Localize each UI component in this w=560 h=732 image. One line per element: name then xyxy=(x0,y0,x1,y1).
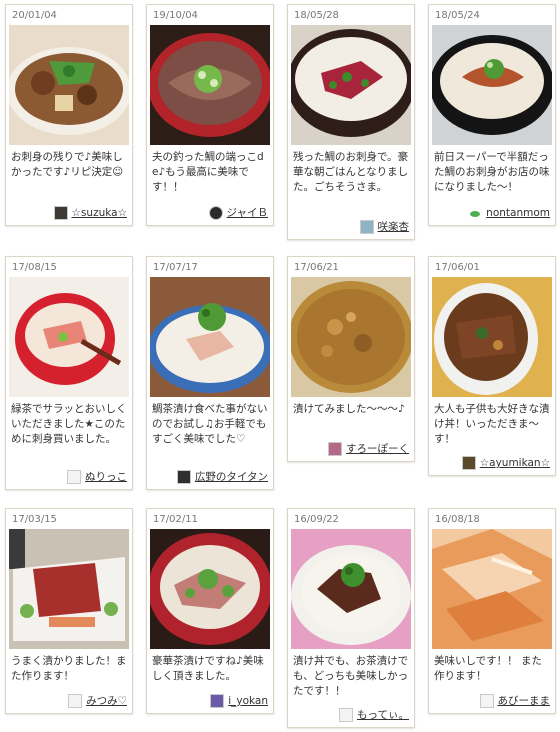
recipe-report-card[interactable]: 16/08/18 美味いしです！！ また作ります！ あびーまま xyxy=(428,508,556,714)
dish-photo[interactable] xyxy=(291,277,411,397)
avatar xyxy=(176,469,191,484)
avatar xyxy=(328,441,342,456)
recipe-report-card[interactable]: 17/07/17 鯛茶漬け食べた事がないのでお試し♫お手軽でもすごく美味でした♡… xyxy=(146,256,274,490)
post-comment: 緑茶でサラッとおいしくいただきました★このために刺身買いました。 xyxy=(11,403,127,445)
post-date: 19/10/04 xyxy=(153,10,198,21)
avatar xyxy=(68,693,83,708)
post-date: 17/07/17 xyxy=(153,262,198,273)
recipe-report-card[interactable]: 20/01/04 お刺身の残りで♪美味しかったです♪リピ決定☺ ☆suzuka☆ xyxy=(5,4,133,226)
post-date: 18/05/24 xyxy=(435,10,480,21)
dish-photo[interactable] xyxy=(291,529,411,649)
avatar xyxy=(210,694,225,708)
post-date: 16/09/22 xyxy=(294,514,339,525)
author-name[interactable]: nontanmom xyxy=(486,207,550,219)
recipe-report-card[interactable]: 17/02/11 豪華茶漬けですね♪美味しく頂きました。 i_yokan xyxy=(146,508,274,714)
post-date: 18/05/28 xyxy=(294,10,339,21)
recipe-report-card[interactable]: 18/05/28 残った鯛のお刺身で。豪華な朝ごはんとなりました。ごちそうさま。… xyxy=(287,4,415,240)
avatar xyxy=(359,219,374,234)
recipe-report-card[interactable]: 16/09/22 漬け丼でも、お茶漬けでも、どっちも美味しかったです！！ もって… xyxy=(287,508,415,728)
post-date: 17/06/21 xyxy=(294,262,339,273)
author-link[interactable]: みつみ♡ xyxy=(68,693,127,708)
dish-photo[interactable] xyxy=(150,277,270,397)
post-comment: 夫の釣った鯛の端っこde♪もう最高に美味です！！ xyxy=(152,151,264,193)
avatar xyxy=(208,205,223,220)
author-link[interactable]: ☆ayumikan☆ xyxy=(461,456,550,470)
author-name[interactable]: ぬりっこ xyxy=(85,469,127,484)
post-date: 17/08/15 xyxy=(12,262,57,273)
author-name[interactable]: ジャイＢ xyxy=(227,205,268,220)
author-link[interactable]: 広野のタイタン xyxy=(176,469,268,484)
author-link[interactable]: ぬりっこ xyxy=(67,469,127,484)
author-name[interactable]: ☆ayumikan☆ xyxy=(480,457,550,469)
recipe-report-card[interactable]: 17/06/21 漬けてみました～～～♪ すろーぽーく xyxy=(287,256,415,462)
recipe-report-card[interactable]: 18/05/24 前日スーパーで半額だった鯛のお刺身がお店の味になりました～！ … xyxy=(428,4,556,226)
author-name[interactable]: もってぃ。 xyxy=(357,707,409,722)
post-comment: 漬け丼でも、お茶漬けでも、どっちも美味しかったです！！ xyxy=(293,655,409,697)
avatar xyxy=(53,206,68,220)
author-link[interactable]: nontanmom xyxy=(468,206,550,220)
avatar xyxy=(461,456,476,470)
post-date: 20/01/04 xyxy=(12,10,57,21)
dish-photo[interactable] xyxy=(9,277,129,397)
dish-photo[interactable] xyxy=(432,529,552,649)
author-name[interactable]: 咲楽杏 xyxy=(378,219,410,234)
recipe-report-card[interactable]: 17/06/01 大人も子供も大好きな漬け丼！いっただきま～す！ ☆ayumik… xyxy=(428,256,556,476)
post-comment: 美味いしです！！ また作ります！ xyxy=(434,655,543,682)
post-comment: 豪華茶漬けですね♪美味しく頂きました。 xyxy=(152,655,264,682)
author-link[interactable]: 咲楽杏 xyxy=(359,219,410,234)
author-link[interactable]: もってぃ。 xyxy=(339,707,409,722)
author-link[interactable]: ジャイＢ xyxy=(208,205,268,220)
dish-photo[interactable] xyxy=(432,277,552,397)
author-name[interactable]: あびーまま xyxy=(498,693,551,708)
recipe-report-card[interactable]: 19/10/04 夫の釣った鯛の端っこde♪もう最高に美味です！！ ジャイＢ xyxy=(146,4,274,226)
post-date: 16/08/18 xyxy=(435,514,480,525)
post-date: 17/06/01 xyxy=(435,262,480,273)
recipe-report-card[interactable]: 17/03/15 うまく漬かりました！また作ります！ みつみ♡ xyxy=(5,508,133,714)
author-link[interactable]: あびーまま xyxy=(479,693,551,708)
avatar xyxy=(339,707,354,722)
recipe-report-card[interactable]: 17/08/15 緑茶でサラッとおいしくいただきました★このために刺身買いました… xyxy=(5,256,133,490)
author-name[interactable]: みつみ♡ xyxy=(86,693,127,708)
post-comment: 鯛茶漬け食べた事がないのでお試し♫お手軽でもすごく美味でした♡ xyxy=(152,403,268,445)
author-link[interactable]: i_yokan xyxy=(210,694,268,708)
author-name[interactable]: すろーぽーく xyxy=(346,441,409,456)
dish-photo[interactable] xyxy=(432,25,552,145)
dish-photo[interactable] xyxy=(9,529,129,649)
dish-photo[interactable] xyxy=(150,25,270,145)
author-link[interactable]: すろーぽーく xyxy=(328,441,409,456)
author-name[interactable]: i_yokan xyxy=(228,695,268,707)
post-comment: 漬けてみました～～～♪ xyxy=(293,403,405,415)
avatar xyxy=(468,206,483,220)
dish-photo[interactable] xyxy=(291,25,411,145)
post-date: 17/02/11 xyxy=(153,514,198,525)
dish-photo[interactable] xyxy=(9,25,129,145)
dish-photo[interactable] xyxy=(150,529,270,649)
author-name[interactable]: ☆suzuka☆ xyxy=(72,207,127,219)
author-name[interactable]: 広野のタイタン xyxy=(195,469,268,484)
avatar xyxy=(479,693,494,708)
avatar xyxy=(67,469,81,484)
post-date: 17/03/15 xyxy=(12,514,57,525)
post-comment: 大人も子供も大好きな漬け丼！いっただきま～す！ xyxy=(434,403,550,445)
post-comment: お刺身の残りで♪美味しかったです♪リピ決定☺ xyxy=(11,151,124,178)
post-comment: うまく漬かりました！また作ります！ xyxy=(11,655,127,682)
post-comment: 残った鯛のお刺身で。豪華な朝ごはんとなりました。ごちそうさま。 xyxy=(293,151,409,193)
author-link[interactable]: ☆suzuka☆ xyxy=(53,206,127,220)
post-comment: 前日スーパーで半額だった鯛のお刺身がお店の味になりました～！ xyxy=(434,151,550,193)
